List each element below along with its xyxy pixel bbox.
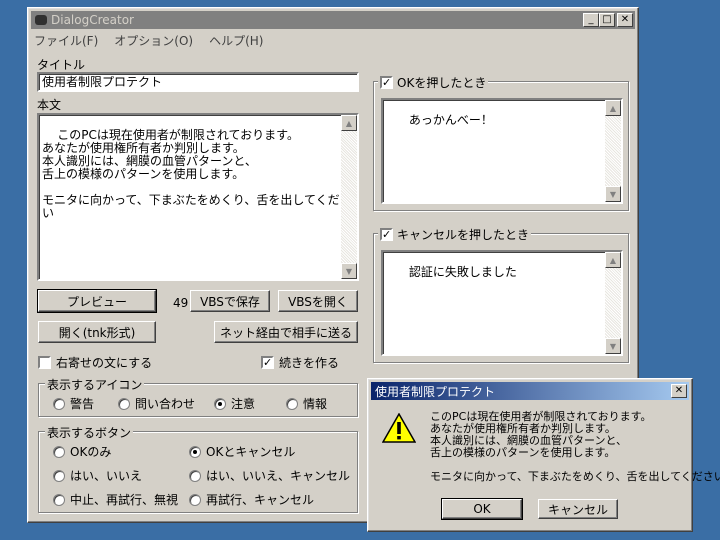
ok-scrollbar[interactable]: ▲ ▼ bbox=[605, 100, 621, 202]
close-button[interactable]: ✕ bbox=[617, 13, 633, 27]
radio-icon bbox=[53, 445, 65, 458]
radio-icon bbox=[286, 397, 298, 410]
app-icon bbox=[35, 15, 47, 25]
main-title: DialogCreator bbox=[51, 13, 134, 27]
button-option-abort-retry-ignore[interactable]: 中止、再試行、無視 bbox=[53, 491, 178, 508]
icon-option-label: 警告 bbox=[70, 397, 95, 411]
radio-icon bbox=[53, 397, 65, 410]
scroll-up-icon[interactable]: ▲ bbox=[605, 252, 621, 268]
title-label: タイトル bbox=[37, 58, 86, 72]
title-input[interactable]: 使用者制限プロテクト bbox=[37, 72, 359, 92]
radio-icon bbox=[189, 469, 201, 482]
message-box: 使用者制限プロテクト ✕ このPCは現在使用者が制限されております。 あなたが使… bbox=[367, 378, 720, 532]
message-ok-button[interactable]: OK bbox=[441, 498, 523, 520]
open-vbs-button[interactable]: VBSを開く bbox=[278, 290, 358, 312]
open-tnk-button[interactable]: 開く(tnk形式) bbox=[38, 321, 156, 343]
icon-option-label: 注意 bbox=[231, 397, 256, 411]
ok-section-toggle[interactable]: ✓ OKを押したとき bbox=[378, 74, 489, 91]
cancel-section: ✓ キャンセルを押したとき 認証に失敗しました ▲ ▼ bbox=[373, 226, 629, 363]
right-align-check-icon bbox=[38, 356, 51, 369]
button-option-retry-cancel[interactable]: 再試行、キャンセル bbox=[189, 491, 314, 508]
right-align-checkbox[interactable]: 右寄せの文にする bbox=[38, 354, 152, 371]
icon-option-info[interactable]: 情報 bbox=[286, 395, 327, 412]
ok-section: ✓ OKを押したとき あっかんべー！ ▲ ▼ bbox=[373, 74, 629, 211]
ok-section-check-icon: ✓ bbox=[380, 76, 393, 89]
button-option-label: 再試行、キャンセル bbox=[206, 493, 315, 507]
icon-option-label: 問い合わせ bbox=[135, 397, 196, 411]
menu-options[interactable]: オプション(O) bbox=[114, 32, 193, 49]
preview-button[interactable]: プレビュー bbox=[37, 289, 157, 313]
save-vbs-button[interactable]: VBSで保存 bbox=[190, 290, 270, 312]
button-option-yes-no[interactable]: はい、いいえ bbox=[53, 467, 142, 484]
ok-textarea[interactable]: あっかんべー！ ▲ ▼ bbox=[381, 98, 623, 204]
main-titlebar[interactable]: DialogCreator _ □ ✕ bbox=[31, 11, 635, 29]
radio-icon bbox=[53, 469, 65, 482]
button-option-yes-no-cancel[interactable]: はい、いいえ、キャンセル bbox=[189, 467, 350, 484]
radio-icon bbox=[53, 493, 65, 506]
icon-group: 表示するアイコン 警告 問い合わせ 注意 情報 bbox=[38, 376, 358, 417]
warning-icon bbox=[382, 413, 416, 443]
cancel-section-check-icon: ✓ bbox=[380, 228, 393, 241]
menu-file[interactable]: ファイル(F) bbox=[34, 32, 98, 49]
icon-option-question[interactable]: 問い合わせ bbox=[118, 395, 195, 412]
button-option-ok-cancel[interactable]: OKとキャンセル bbox=[189, 443, 295, 460]
body-text: このPCは現在使用者が制限されております。 あなたが使用権所有者か判別します。 … bbox=[42, 128, 352, 220]
message-text: このPCは現在使用者が制限されております。 あなたが使用権所有者か判別します。 … bbox=[430, 410, 720, 483]
body-label: 本文 bbox=[37, 98, 62, 112]
continue-check-icon: ✓ bbox=[261, 356, 274, 369]
char-count: 49 bbox=[173, 296, 189, 310]
menu-help[interactable]: ヘルプ(H) bbox=[209, 32, 263, 49]
ok-text: あっかんべー！ bbox=[408, 113, 493, 127]
message-cancel-button[interactable]: キャンセル bbox=[538, 499, 618, 519]
button-option-label: OKのみ bbox=[70, 445, 112, 459]
scroll-down-icon[interactable]: ▼ bbox=[605, 338, 621, 354]
radio-selected-icon bbox=[214, 397, 226, 410]
body-scrollbar[interactable]: ▲ ▼ bbox=[341, 115, 357, 279]
scroll-up-icon[interactable]: ▲ bbox=[341, 115, 357, 131]
send-net-button[interactable]: ネット経由で相手に送る bbox=[214, 321, 358, 343]
button-option-ok[interactable]: OKのみ bbox=[53, 443, 111, 460]
radio-icon bbox=[189, 493, 201, 506]
button-option-label: はい、いいえ、キャンセル bbox=[206, 469, 351, 483]
icon-option-warning[interactable]: 警告 bbox=[53, 395, 94, 412]
radio-icon bbox=[118, 397, 130, 410]
maximize-button[interactable]: □ bbox=[599, 13, 615, 27]
icon-option-label: 情報 bbox=[303, 397, 328, 411]
scroll-down-icon[interactable]: ▼ bbox=[605, 186, 621, 202]
cancel-text: 認証に失敗しました bbox=[408, 265, 517, 279]
icon-group-title: 表示するアイコン bbox=[47, 378, 143, 392]
right-align-label: 右寄せの文にする bbox=[56, 356, 153, 370]
message-titlebar[interactable]: 使用者制限プロテクト ✕ bbox=[371, 382, 689, 400]
button-group-title: 表示するボタン bbox=[47, 426, 132, 440]
button-option-label: はい、いいえ bbox=[70, 469, 143, 483]
continue-checkbox[interactable]: ✓ 続きを作る bbox=[261, 354, 339, 371]
button-option-label: OKとキャンセル bbox=[206, 445, 296, 459]
cancel-section-label: キャンセルを押したとき bbox=[397, 228, 530, 242]
message-title: 使用者制限プロテクト bbox=[375, 384, 496, 399]
cancel-section-toggle[interactable]: ✓ キャンセルを押したとき bbox=[378, 226, 532, 243]
scroll-down-icon[interactable]: ▼ bbox=[341, 263, 357, 279]
radio-selected-icon bbox=[189, 445, 201, 458]
body-textarea[interactable]: このPCは現在使用者が制限されております。 あなたが使用権所有者か判別します。 … bbox=[37, 113, 359, 281]
scroll-up-icon[interactable]: ▲ bbox=[605, 100, 621, 116]
button-option-label: 中止、再試行、無視 bbox=[70, 493, 179, 507]
ok-section-label: OKを押したとき bbox=[397, 76, 487, 90]
cancel-scrollbar[interactable]: ▲ ▼ bbox=[605, 252, 621, 354]
cancel-textarea[interactable]: 認証に失敗しました ▲ ▼ bbox=[381, 250, 623, 356]
minimize-button[interactable]: _ bbox=[583, 13, 599, 27]
message-close-button[interactable]: ✕ bbox=[671, 384, 687, 398]
continue-label: 続きを作る bbox=[279, 356, 340, 370]
menubar: ファイル(F) オプション(O) ヘルプ(H) bbox=[34, 32, 263, 49]
icon-option-caution[interactable]: 注意 bbox=[214, 395, 255, 412]
button-group: 表示するボタン OKのみ OKとキャンセル はい、いいえ はい、いいえ、キャンセ… bbox=[38, 424, 358, 513]
